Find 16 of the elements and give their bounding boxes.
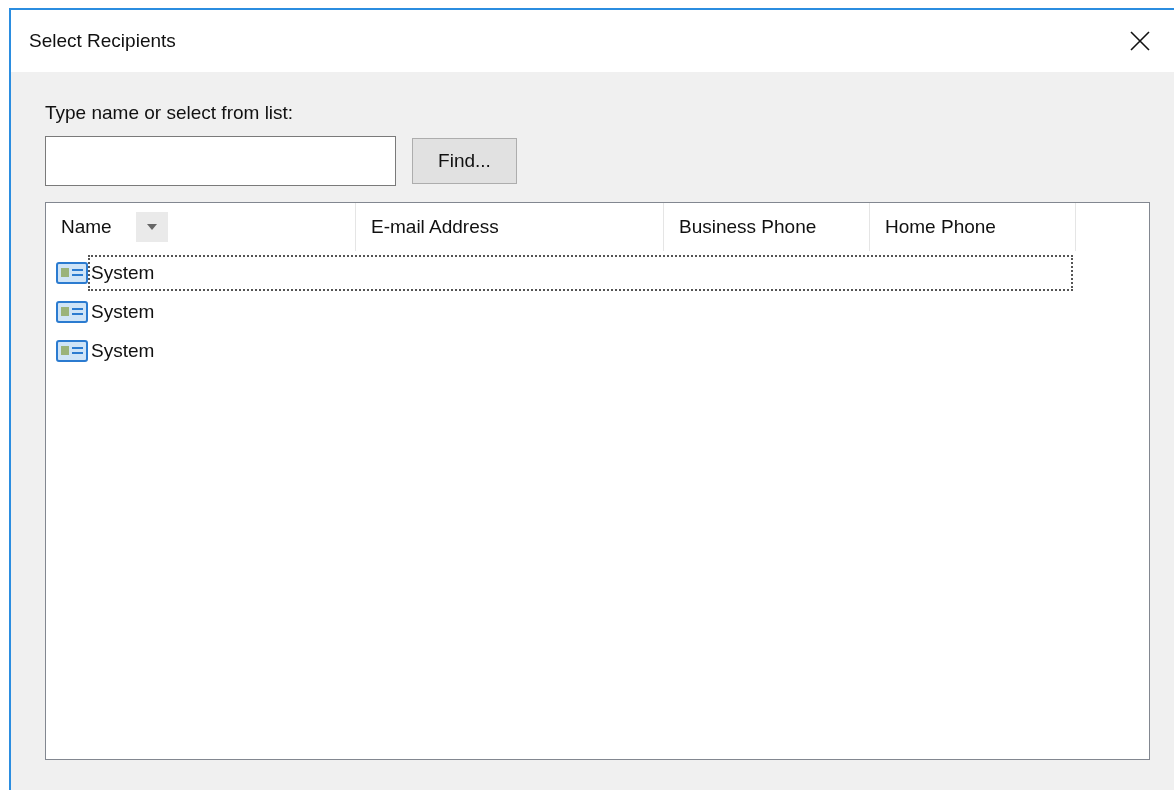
column-header[interactable]: Business Phone	[679, 216, 817, 238]
column-header[interactable]: Home Phone	[885, 216, 996, 238]
find-button[interactable]: Find...	[412, 138, 517, 184]
window-title: Select Recipients	[29, 30, 176, 52]
close-icon[interactable]	[1130, 31, 1150, 51]
dropdown-icon[interactable]	[135, 212, 168, 242]
column-header[interactable]: E-mail Address	[371, 216, 499, 238]
search-field[interactable]	[45, 136, 396, 186]
recipient-name[interactable]: System	[88, 332, 157, 369]
contact-card-icon	[56, 339, 88, 362]
recipient-name[interactable]: System	[88, 293, 157, 330]
contact-card-icon	[56, 300, 88, 323]
recipient-name[interactable]: System	[88, 254, 1073, 291]
search-label: Type name or select from list:	[45, 102, 294, 124]
column-header[interactable]: Name	[61, 216, 112, 238]
contact-card-icon	[56, 261, 88, 284]
